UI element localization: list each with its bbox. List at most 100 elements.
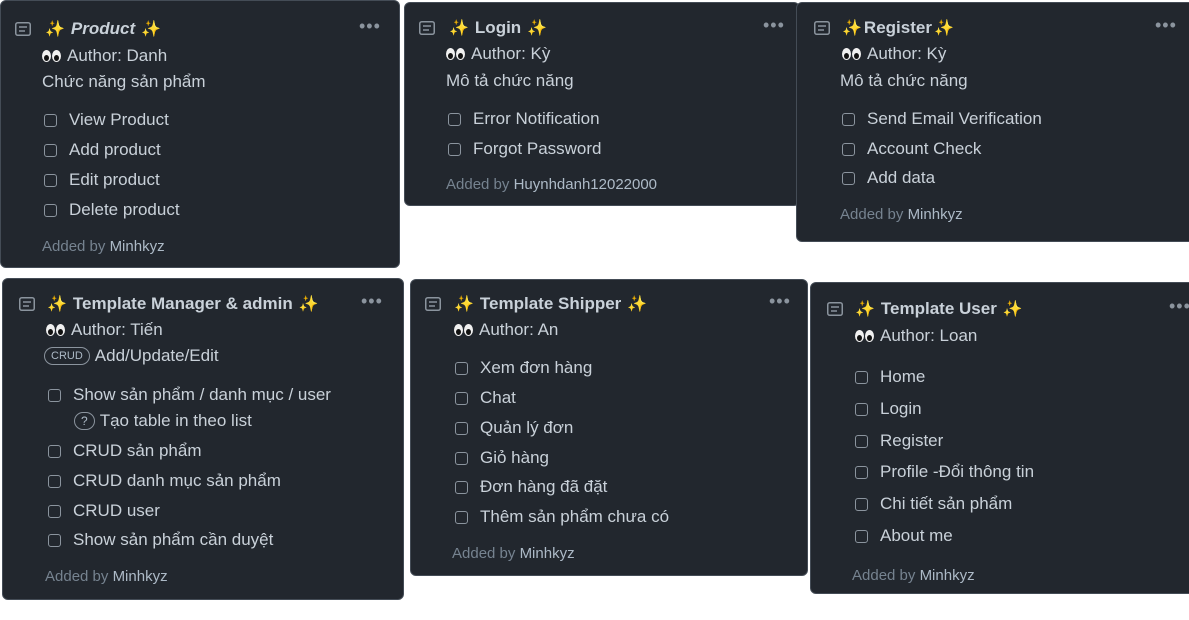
checkbox[interactable] bbox=[44, 113, 57, 127]
more-icon[interactable]: ••• bbox=[769, 292, 791, 310]
task-item[interactable]: View Product bbox=[44, 110, 169, 130]
sparkles-icon: ✨ bbox=[454, 296, 474, 313]
added-prefix: Added by bbox=[42, 238, 106, 255]
checkbox[interactable] bbox=[455, 451, 468, 465]
task-label: Add product bbox=[69, 140, 161, 159]
task-item[interactable]: Send Email Verification bbox=[842, 109, 1042, 129]
added-prefix: Added by bbox=[452, 545, 516, 562]
checkbox[interactable] bbox=[855, 529, 868, 543]
card-title[interactable]: Template Shipper bbox=[480, 294, 621, 314]
task-item[interactable]: Giỏ hàng bbox=[455, 448, 549, 468]
task-item[interactable]: Show sản phẩm / danh mục / user bbox=[48, 385, 331, 405]
more-icon[interactable]: ••• bbox=[763, 16, 785, 34]
checkbox[interactable] bbox=[855, 370, 868, 384]
checkbox[interactable] bbox=[44, 143, 57, 157]
checkbox[interactable] bbox=[48, 444, 61, 458]
task-label: Delete product bbox=[69, 200, 180, 219]
checkbox[interactable] bbox=[842, 112, 855, 126]
checkbox[interactable] bbox=[455, 510, 468, 524]
task-item[interactable]: Show sản phẩm cần duyệt bbox=[48, 530, 273, 550]
card-template-manager[interactable]: ✨ Template Manager & admin ✨ ••• Author:… bbox=[2, 278, 404, 600]
checkbox[interactable] bbox=[842, 142, 855, 156]
task-item[interactable]: CRUD sản phẩm bbox=[48, 441, 202, 461]
task-item[interactable]: Home bbox=[855, 367, 925, 387]
checkbox[interactable] bbox=[448, 142, 461, 156]
task-label: Show sản phẩm cần duyệt bbox=[73, 530, 274, 549]
card-title[interactable]: Template Manager & admin bbox=[73, 294, 293, 314]
added-by-user[interactable]: Huynhdanh12022000 bbox=[514, 176, 657, 193]
task-item[interactable]: Delete product bbox=[44, 200, 180, 220]
card-login[interactable]: ✨ Login ✨ ••• Author: Kỳ Mô tả chức năng… bbox=[404, 2, 800, 206]
task-item[interactable]: Account Check bbox=[842, 139, 981, 159]
checkbox[interactable] bbox=[455, 421, 468, 435]
added-by-user[interactable]: Minhkyz bbox=[110, 238, 165, 255]
card-register[interactable]: ✨ Register ✨ ••• Author: Kỳ Mô tả chức n… bbox=[796, 2, 1189, 242]
more-icon[interactable]: ••• bbox=[1155, 16, 1177, 34]
task-item[interactable]: Edit product bbox=[44, 170, 160, 190]
checkbox[interactable] bbox=[455, 361, 468, 375]
checkbox[interactable] bbox=[455, 480, 468, 494]
task-item[interactable]: Register bbox=[855, 431, 943, 451]
added-by: Added by Minhkyz bbox=[852, 567, 975, 584]
more-icon[interactable]: ••• bbox=[1169, 297, 1189, 315]
task-item[interactable]: Login bbox=[855, 399, 922, 419]
checkbox[interactable] bbox=[855, 497, 868, 511]
added-by-user[interactable]: Minhkyz bbox=[908, 206, 963, 223]
task-item[interactable]: Chi tiết sản phẩm bbox=[855, 494, 1012, 514]
checkbox[interactable] bbox=[448, 112, 461, 126]
added-by-user[interactable]: Minhkyz bbox=[113, 568, 168, 585]
author-text: Author: Danh bbox=[67, 46, 168, 65]
checkbox[interactable] bbox=[48, 533, 61, 547]
task-item[interactable]: Đơn hàng đã đặt bbox=[455, 477, 607, 497]
task-label: View Product bbox=[69, 110, 169, 129]
eyes-icon bbox=[446, 48, 465, 60]
more-icon[interactable]: ••• bbox=[359, 17, 381, 35]
task-item[interactable]: Quản lý đơn bbox=[455, 418, 573, 438]
card-description: CRUD Add/Update/Edit bbox=[44, 346, 219, 366]
checkbox[interactable] bbox=[44, 203, 57, 217]
task-item[interactable]: CRUD danh mục sản phẩm bbox=[48, 471, 281, 491]
task-item[interactable]: Profile -Đổi thông tin bbox=[855, 462, 1034, 482]
checkbox[interactable] bbox=[48, 388, 61, 402]
added-by-user[interactable]: Minhkyz bbox=[920, 567, 975, 584]
task-item[interactable]: Forgot Password bbox=[448, 139, 602, 159]
checkbox[interactable] bbox=[48, 504, 61, 518]
card-title-row: ✨ Template Manager & admin ✨ bbox=[47, 294, 319, 314]
checkbox[interactable] bbox=[855, 465, 868, 479]
more-icon[interactable]: ••• bbox=[361, 292, 383, 310]
task-label: Home bbox=[880, 367, 926, 386]
card-title[interactable]: Login bbox=[475, 18, 521, 38]
task-item[interactable]: CRUD user bbox=[48, 501, 160, 521]
sparkles-icon: ✨ bbox=[47, 296, 67, 313]
checkbox[interactable] bbox=[455, 391, 468, 405]
task-label: Send Email Verification bbox=[867, 109, 1042, 128]
task-item[interactable]: Error Notification bbox=[448, 109, 600, 129]
card-title[interactable]: Product bbox=[71, 19, 135, 39]
note-icon bbox=[814, 21, 830, 35]
card-description: Chức năng sản phẩm bbox=[42, 72, 206, 91]
task-item[interactable]: About me bbox=[855, 526, 953, 546]
card-title[interactable]: Template User bbox=[881, 299, 997, 319]
checkbox[interactable] bbox=[855, 434, 868, 448]
checkbox[interactable] bbox=[48, 474, 61, 488]
checkbox[interactable] bbox=[855, 402, 868, 416]
added-by-user[interactable]: Minhkyz bbox=[520, 545, 575, 562]
task-label: CRUD sản phẩm bbox=[73, 441, 202, 460]
task-label: Giỏ hàng bbox=[480, 448, 549, 467]
card-product[interactable]: ✨ Product ✨ ••• Author: Danh Chức năng s… bbox=[0, 0, 400, 268]
card-template-user[interactable]: ✨ Template User ✨ ••• Author: Loan Home … bbox=[810, 282, 1189, 594]
task-label: CRUD user bbox=[73, 501, 160, 520]
task-item[interactable]: Add data bbox=[842, 168, 935, 188]
task-item[interactable]: Add product bbox=[44, 140, 161, 160]
checkbox[interactable] bbox=[44, 173, 57, 187]
author-text: Author: Kỳ bbox=[471, 44, 551, 63]
subnote: ? Tạo table in theo list bbox=[74, 411, 252, 431]
checkbox[interactable] bbox=[842, 171, 855, 185]
task-item[interactable]: Chat bbox=[455, 388, 516, 408]
card-title[interactable]: Register bbox=[864, 18, 932, 38]
task-item[interactable]: Thêm sản phẩm chưa có bbox=[455, 507, 669, 527]
card-description: Mô tả chức năng bbox=[840, 71, 968, 90]
task-label: Login bbox=[880, 399, 922, 418]
task-item[interactable]: Xem đơn hàng bbox=[455, 358, 592, 378]
card-template-shipper[interactable]: ✨ Template Shipper ✨ ••• Author: An Xem … bbox=[410, 279, 808, 576]
